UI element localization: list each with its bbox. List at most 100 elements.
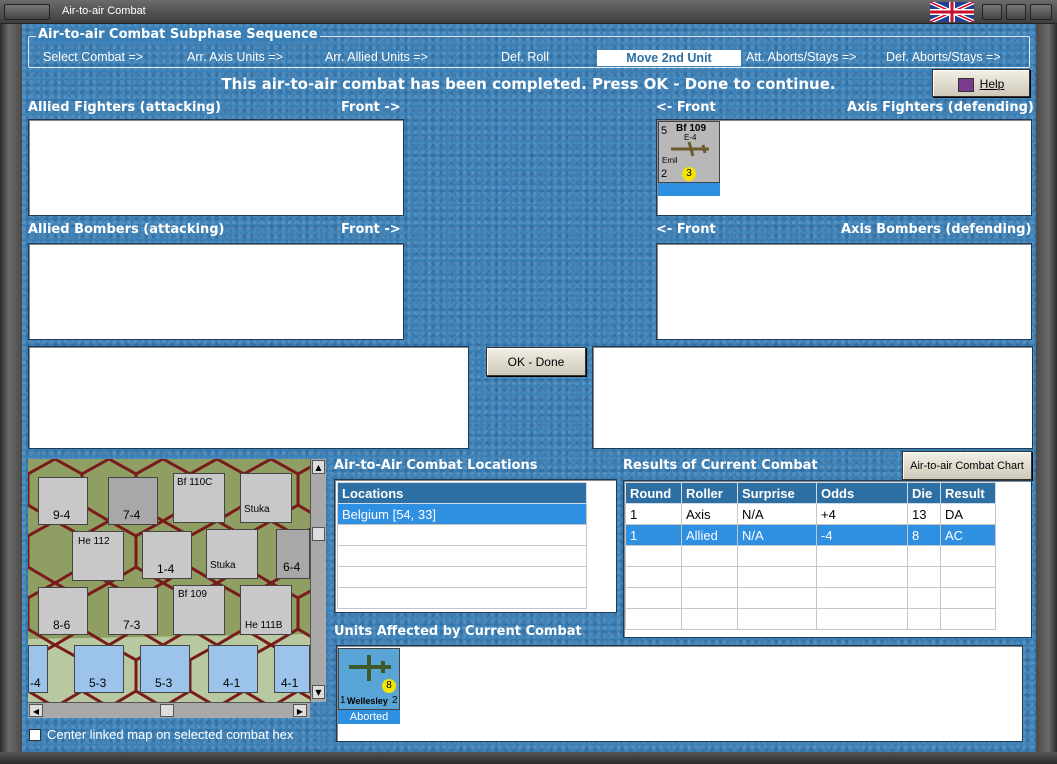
results-table-box[interactable]: Round Roller Surprise Odds Die Result 1 … (623, 480, 1032, 638)
map-counter-label: Bf 110C (177, 477, 213, 488)
maximize-button[interactable] (1006, 4, 1026, 20)
locations-header[interactable]: Locations (337, 482, 587, 504)
map-counter-7[interactable]: Stuka (206, 529, 258, 579)
col-surprise[interactable]: Surprise (737, 482, 817, 504)
wellesley-name: Wellesley (347, 696, 388, 706)
allied-results-box[interactable] (28, 346, 469, 449)
scroll-down-arrow-icon[interactable]: ▼ (312, 685, 325, 699)
map-counter-value: 9-4 (53, 508, 71, 522)
step-arr-axis: Arr. Axis Units => (187, 50, 283, 64)
step-move-2nd-unit: Move 2nd Unit (597, 50, 741, 66)
system-menu-button[interactable] (4, 4, 50, 20)
affected-units-box[interactable] (336, 645, 1023, 742)
map-vscrollbar[interactable]: ▲ ▼ (310, 459, 326, 702)
axis-bombers-label: Axis Bombers (defending) (841, 222, 1032, 237)
allied-bombers-label: Allied Bombers (attacking) (28, 222, 225, 237)
affected-title: Units Affected by Current Combat (334, 624, 582, 639)
cell: 1 (625, 503, 682, 525)
counter-status-bar (658, 183, 720, 196)
map-counter-5[interactable]: He 112 (72, 531, 124, 581)
map-counter-4[interactable]: Stuka (240, 473, 292, 523)
ok-done-button[interactable]: OK - Done (486, 347, 586, 376)
table-row-empty[interactable] (625, 545, 996, 567)
map-counter-11[interactable]: Bf 109 (173, 585, 225, 635)
wellesley-range: 8 (382, 679, 396, 693)
axis-results-box[interactable] (592, 346, 1033, 449)
col-result[interactable]: Result (940, 482, 996, 504)
axis-bombers-box[interactable] (656, 243, 1032, 340)
table-row[interactable]: 1 Allied N/A -4 8 AC (625, 524, 996, 546)
hscroll-thumb[interactable] (160, 704, 174, 717)
location-row[interactable]: Belgium [54, 33] (337, 503, 587, 525)
table-row[interactable]: 1 Axis N/A +4 13 DA (625, 503, 996, 525)
map-counter-2[interactable]: 7-4 (108, 477, 158, 525)
col-roller[interactable]: Roller (681, 482, 738, 504)
close-button[interactable] (1030, 4, 1052, 20)
location-row-empty[interactable] (337, 587, 587, 609)
bf109-counter[interactable]: 5 Bf 109 E-4 Emil 2 3 (658, 121, 720, 183)
results-title: Results of Current Combat (623, 458, 818, 473)
step-def-aborts: Def. Aborts/Stays => (886, 50, 1001, 64)
table-row-empty[interactable] (625, 566, 996, 588)
window-title: Air-to-air Combat (62, 5, 146, 17)
wellesley-left-value: 1 (340, 695, 346, 706)
minimize-button[interactable] (982, 4, 1002, 20)
map-counter-8[interactable]: 6-4 (276, 529, 310, 579)
help-button[interactable]: Help (932, 69, 1030, 97)
location-row-empty[interactable] (337, 524, 587, 546)
map-counter-16[interactable]: 4-1 (208, 645, 258, 693)
aborted-status: Aborted (338, 710, 400, 724)
map-counter-value: 1-4 (157, 562, 175, 576)
map-counter-1[interactable]: 9-4 (38, 477, 88, 525)
map-counter-value: 4-1 (223, 676, 241, 690)
map-counter-10[interactable]: 7-3 (108, 587, 158, 635)
col-round[interactable]: Round (625, 482, 682, 504)
linked-map[interactable]: 9-4 7-4 Bf 110C Stuka He 112 1-4 Stuka 6… (28, 459, 310, 702)
locations-title: Air-to-Air Combat Locations (334, 458, 538, 473)
vscroll-thumb[interactable] (312, 527, 325, 541)
location-row-empty[interactable] (337, 566, 587, 588)
map-counter-value: 5-3 (89, 676, 107, 690)
map-counter-17[interactable]: 4-1 (274, 645, 310, 693)
map-counter-value: 8-6 (53, 618, 71, 632)
map-hscrollbar[interactable]: ◀ ▶ (28, 702, 310, 718)
step-att-aborts: Att. Aborts/Stays => (746, 50, 857, 64)
allied-bombers-box[interactable] (28, 243, 404, 340)
air-combat-chart-button[interactable]: Air-to-air Combat Chart (902, 451, 1032, 480)
cell: N/A (737, 524, 817, 546)
center-map-label: Center linked map on selected combat hex (47, 727, 294, 742)
map-counter-14[interactable]: 5-3 (74, 645, 124, 693)
map-counter-15[interactable]: 5-3 (140, 645, 190, 693)
map-counter-13[interactable]: -4 (28, 645, 48, 693)
map-counter-label: Stuka (210, 560, 236, 571)
locations-list[interactable]: Locations Belgium [54, 33] (334, 479, 617, 613)
center-map-checkbox[interactable] (29, 729, 41, 741)
scroll-up-arrow-icon[interactable]: ▲ (312, 460, 325, 474)
axis-bombers-front: <- Front (656, 222, 716, 237)
map-counter-value: 6-4 (283, 560, 301, 574)
map-counter-label: He 111B (245, 620, 283, 631)
cell: -4 (816, 524, 908, 546)
map-counter-9[interactable]: 8-6 (38, 587, 88, 635)
counter-nick: Emil (662, 156, 678, 165)
scroll-left-arrow-icon[interactable]: ◀ (29, 704, 43, 717)
map-counter-6[interactable]: 1-4 (142, 531, 192, 579)
table-row-empty[interactable] (625, 608, 996, 630)
col-die[interactable]: Die (907, 482, 941, 504)
map-counter-12[interactable]: He 111B (240, 585, 292, 635)
map-counter-label: Bf 109 (178, 589, 207, 600)
location-row-empty[interactable] (337, 545, 587, 567)
wellesley-counter[interactable]: 8 1 Wellesley 2 (338, 648, 400, 710)
cell: N/A (737, 503, 817, 525)
col-odds[interactable]: Odds (816, 482, 908, 504)
allied-fighters-box[interactable] (28, 119, 404, 216)
title-bar[interactable] (0, 0, 1057, 24)
step-arr-allied: Arr. Allied Units => (325, 50, 428, 64)
allied-fighters-label: Allied Fighters (attacking) (28, 100, 221, 115)
table-row-empty[interactable] (625, 587, 996, 609)
scroll-right-arrow-icon[interactable]: ▶ (293, 704, 307, 717)
map-counter-3[interactable]: Bf 110C (173, 473, 225, 523)
cell: Allied (681, 524, 738, 546)
counter-value-bl: 2 (661, 168, 668, 180)
wellesley-right-value: 2 (392, 695, 398, 706)
